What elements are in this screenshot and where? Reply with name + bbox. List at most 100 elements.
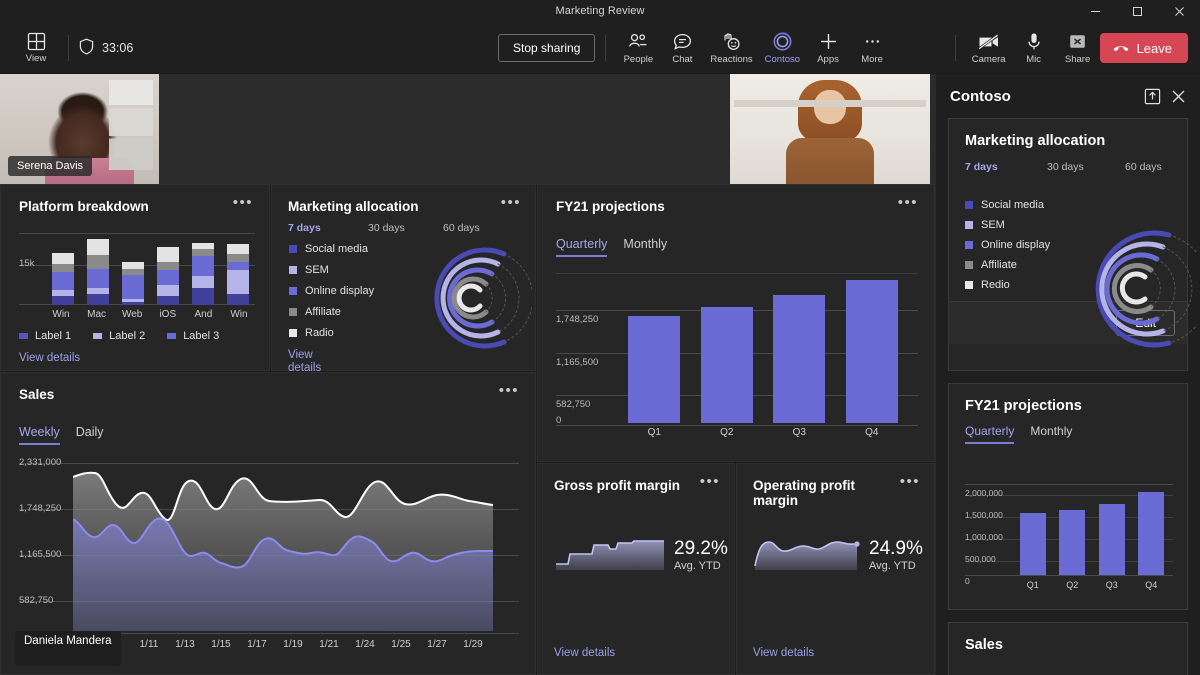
stop-sharing-button[interactable]: Stop sharing xyxy=(498,34,596,62)
segment-label3 xyxy=(226,262,249,270)
legend-swatch xyxy=(289,329,297,337)
platform-breakdown-menu-button[interactable]: ••• xyxy=(233,195,253,210)
legend-swatch xyxy=(965,281,973,289)
platform-breakdown-view-details-link[interactable]: View details xyxy=(19,352,80,365)
camera-off-icon xyxy=(978,32,1000,52)
shield-icon xyxy=(79,38,94,58)
tab-quarterly[interactable]: Quarterly xyxy=(556,237,608,257)
panel-bar-q3 xyxy=(1098,504,1125,576)
popout-icon[interactable] xyxy=(1144,88,1161,105)
close-button[interactable] xyxy=(1158,0,1200,22)
panel-x-tick-q1: Q1 xyxy=(1026,580,1039,590)
range-tab-30-days[interactable]: 30 days xyxy=(368,222,443,234)
stage-participant-name-badge: Daniela Mandera xyxy=(15,631,121,666)
panel-y-tick-1000000: 1,000,000 xyxy=(965,532,1003,542)
hangup-icon xyxy=(1112,41,1130,56)
mic-icon xyxy=(1027,32,1041,52)
panel-range-tab-7-days[interactable]: 7 days xyxy=(965,161,1047,173)
card-operating-profit-margin: Operating profit margin ••• 24.9% Avg. Y… xyxy=(736,463,935,675)
panel-y-tick-2000000: 2,000,000 xyxy=(965,488,1003,498)
leave-button[interactable]: Leave xyxy=(1099,33,1188,63)
share-button[interactable]: Share xyxy=(1056,30,1100,67)
sales-menu-button[interactable]: ••• xyxy=(499,383,519,398)
bar-win-1 xyxy=(51,253,74,305)
window-controls xyxy=(1074,0,1200,22)
x-tick-3: iOS xyxy=(159,309,177,320)
x-tick-4: 1/13 xyxy=(175,639,195,650)
chat-button[interactable]: Chat xyxy=(660,30,704,67)
panel-y-tick-500000: 500,000 xyxy=(965,554,996,564)
video-tile-second-participant[interactable] xyxy=(730,74,930,184)
reactions-button[interactable]: Reactions xyxy=(704,30,758,67)
legend-item-sem: SEM xyxy=(289,264,374,276)
panel-x-tick-q4: Q4 xyxy=(1145,580,1158,590)
panel-tab-monthly[interactable]: Monthly xyxy=(1030,424,1072,442)
operating-profit-margin-menu-button[interactable]: ••• xyxy=(900,474,920,489)
bar-q3 xyxy=(773,295,826,423)
panel-range-tab-60-days[interactable]: 60 days xyxy=(1125,161,1162,173)
panel-marketing-allocation-radial-chart xyxy=(1095,230,1197,348)
gross-profit-margin-view-details-link[interactable]: View details xyxy=(554,647,615,660)
legend-item-label-2: Label 2 xyxy=(93,330,145,342)
range-tab-60-days[interactable]: 60 days xyxy=(443,222,480,234)
sales-chart: 2,331,000 1,748,250 1,165,500 582,750 xyxy=(19,457,519,631)
legend-label: Label 3 xyxy=(183,330,220,342)
mic-button[interactable]: Mic xyxy=(1012,30,1056,67)
tab-daily[interactable]: Daily xyxy=(76,425,104,443)
segment-radio xyxy=(226,244,249,254)
toolbar-left-group: View 33:06 xyxy=(0,29,133,66)
apps-button[interactable]: Apps xyxy=(806,30,850,67)
x-tick-0: Win xyxy=(52,309,70,320)
maximize-button[interactable] xyxy=(1116,0,1158,22)
tab-monthly[interactable]: Monthly xyxy=(623,237,667,255)
bar-ios xyxy=(156,247,179,305)
marketing-allocation-range-tabs: 7 days 30 days 60 days xyxy=(288,222,508,234)
range-tab-7-days[interactable]: 7 days xyxy=(288,222,368,234)
x-tick-q4: Q4 xyxy=(865,427,879,438)
marketing-allocation-menu-button[interactable]: ••• xyxy=(501,195,521,210)
operating-profit-margin-title: Operating profit margin xyxy=(753,478,855,508)
legend-label: Redio xyxy=(981,279,1010,291)
more-button[interactable]: More xyxy=(850,30,894,67)
panel-tab-quarterly[interactable]: Quarterly xyxy=(965,424,1015,444)
people-button[interactable]: People xyxy=(616,30,660,67)
fy21-projections-menu-button[interactable]: ••• xyxy=(898,195,918,210)
legend-swatch xyxy=(167,333,177,339)
minimize-button[interactable] xyxy=(1074,0,1116,22)
segment-radio xyxy=(121,262,144,269)
toolbar-center-group: Stop sharing People Chat Reactions Conto… xyxy=(498,22,894,74)
x-tick-3: 1/11 xyxy=(139,639,159,650)
x-tick-q3: Q3 xyxy=(792,427,806,438)
x-tick-5: Win xyxy=(230,309,248,320)
segment-radio xyxy=(86,239,109,255)
stacked-bars xyxy=(19,233,255,305)
legend-item-online-display: Online display xyxy=(289,285,374,297)
tab-weekly[interactable]: Weekly xyxy=(19,425,60,445)
panel-fy21-x-axis: Q1 Q2 Q3 Q4 xyxy=(1013,580,1171,590)
participant-name-badge: Serena Davis xyxy=(8,156,93,176)
contoso-app-button[interactable]: Contoso xyxy=(759,30,806,67)
fy21-axis-baseline xyxy=(556,425,918,426)
panel-range-tab-30-days[interactable]: 30 days xyxy=(1047,161,1125,173)
share-stop-icon xyxy=(1068,32,1087,52)
close-icon[interactable] xyxy=(1171,89,1186,104)
y-tick-1748250: 1,748,250 xyxy=(19,503,62,514)
x-tick-12: 1/29 xyxy=(463,639,483,650)
panel-fy21-bars xyxy=(1013,484,1171,576)
legend-item-affiliate: Affiliate xyxy=(289,306,374,318)
camera-button[interactable]: Camera xyxy=(966,30,1012,67)
segment-label2 xyxy=(156,285,179,296)
segment-label1 xyxy=(86,294,109,305)
meeting-timer: 33:06 xyxy=(79,38,133,58)
panel-bar-q2 xyxy=(1059,510,1086,576)
gross-profit-margin-menu-button[interactable]: ••• xyxy=(700,474,720,489)
operating-profit-margin-view-details-link[interactable]: View details xyxy=(753,647,814,660)
panel-fy21-title: FY21 projections xyxy=(965,398,1082,414)
chat-icon xyxy=(673,32,692,52)
legend-label: SEM xyxy=(981,219,1005,231)
y-tick-zero: 0 xyxy=(556,415,562,426)
video-tile-serena-davis[interactable]: Serena Davis xyxy=(0,74,159,184)
more-label: More xyxy=(861,53,883,65)
legend-label: SEM xyxy=(305,264,329,276)
view-button[interactable]: View xyxy=(14,29,58,66)
